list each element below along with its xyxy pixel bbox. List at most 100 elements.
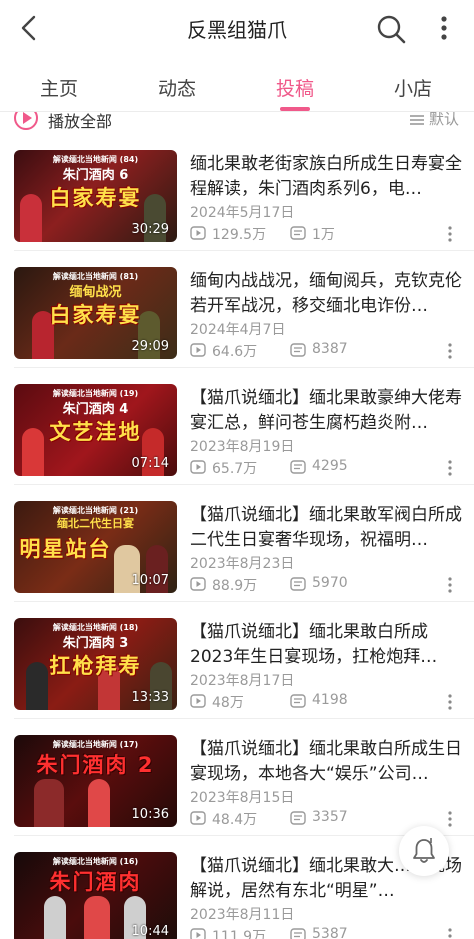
thumbnail-figure — [34, 779, 64, 827]
thumbnail-headline: 白家寿宴 — [49, 303, 142, 327]
video-duration: 10:44 — [131, 924, 169, 939]
tab-dynamics[interactable]: 动态 — [158, 74, 196, 101]
bell-icon — [413, 838, 435, 863]
video-thumbnail[interactable]: 解读缅北当地新闻 (21) 缅北二代生日宴 明星站台 10:07 — [14, 501, 177, 593]
play-count: 48.4万 — [212, 812, 258, 828]
top-bar: 反黑组猫爪 — [0, 0, 474, 58]
video-duration: 29:09 — [131, 339, 169, 354]
video-duration: 10:07 — [131, 573, 169, 588]
video-stats: 65.7万 4295 — [190, 458, 460, 479]
thumbnail-headline: 朱门酒肉 — [49, 870, 142, 894]
video-duration: 07:14 — [131, 456, 169, 471]
play-count: 88.9万 — [212, 578, 258, 594]
comment-count-icon — [290, 577, 306, 591]
play-count-icon — [190, 928, 206, 939]
thumbnail-caption: 朱门酒肉 3 — [62, 636, 129, 651]
play-count-icon — [190, 460, 206, 474]
thumbnail-caption: 缅北二代生日宴 — [57, 517, 134, 530]
tab-home[interactable]: 主页 — [40, 74, 78, 101]
video-title[interactable]: 缅甸内战战况，缅甸阅兵，克钦克伦若开军战况，移交缅北电诈份… — [190, 269, 462, 319]
play-all-row: 播放全部 默认 — [0, 112, 474, 134]
sort-icon[interactable] — [409, 114, 425, 126]
video-stats: 88.9万 5970 — [190, 575, 460, 596]
video-title[interactable]: 【猫爪说缅北】缅北果敢白所成生日宴现场，本地各大“娱乐”公司… — [190, 737, 462, 787]
thumbnail-headline: 扛枪拜寿 — [49, 654, 142, 678]
video-thumbnail[interactable]: 解读缅北当地新闻 (18) 朱门酒肉 3 扛枪拜寿 13:33 — [14, 618, 177, 710]
play-count: 129.5万 — [212, 227, 267, 243]
video-item[interactable]: 解读缅北当地新闻 (84) 朱门酒肉 6 白家寿宴 30:29 缅北果敢老街家族… — [0, 134, 474, 251]
item-more-icon[interactable] — [447, 810, 453, 828]
video-item[interactable]: 解读缅北当地新闻 (18) 朱门酒肉 3 扛枪拜寿 13:33 【猫爪说缅北】缅… — [0, 602, 474, 719]
video-title[interactable]: 【猫爪说缅北】缅北果敢豪绅大佬寿宴汇总，鲜问苍生腐朽趋炎附… — [190, 386, 462, 436]
tab-shop[interactable]: 小店 — [394, 74, 432, 101]
play-count-icon — [190, 226, 206, 240]
thumbnail-figure — [84, 896, 110, 939]
video-title[interactable]: 【猫爪说缅北】缅北果敢军阀白所成二代生日宴奢华现场，祝福明… — [190, 503, 462, 553]
thumbnail-headline: 白家寿宴 — [49, 186, 142, 210]
play-all-icon[interactable] — [14, 112, 38, 130]
video-item[interactable]: 解读缅北当地新闻 (81) 缅甸战况 白家寿宴 29:09 缅甸内战战况，缅甸阅… — [0, 251, 474, 368]
video-stats: 111.9万 5387 — [190, 926, 460, 939]
play-count-icon — [190, 811, 206, 825]
item-more-icon[interactable] — [447, 576, 453, 594]
video-item[interactable]: 解读缅北当地新闻 (19) 朱门酒肉 4 文艺洼地 07:14 【猫爪说缅北】缅… — [0, 368, 474, 485]
video-stats: 129.5万 1万 — [190, 225, 460, 245]
item-more-icon[interactable] — [447, 342, 453, 360]
video-date: 2024年5月17日 — [190, 205, 295, 221]
video-thumbnail[interactable]: 解读缅北当地新闻 (81) 缅甸战况 白家寿宴 29:09 — [14, 267, 177, 359]
comment-count: 1万 — [312, 227, 335, 243]
comment-count: 5970 — [312, 575, 348, 591]
thumbnail-caption: 朱门酒肉 4 — [62, 402, 129, 417]
video-thumbnail[interactable]: 解读缅北当地新闻 (19) 朱门酒肉 4 文艺洼地 07:14 — [14, 384, 177, 476]
video-date: 2023年8月23日 — [190, 556, 295, 572]
play-count: 48万 — [212, 695, 244, 711]
video-thumbnail[interactable]: 解读缅北当地新闻 (84) 朱门酒肉 6 白家寿宴 30:29 — [14, 150, 177, 242]
tab-bar: 主页 动态 投稿 小店 — [0, 62, 474, 112]
video-stats: 48万 4198 — [190, 692, 460, 713]
video-title[interactable]: 缅北果敢老街家族白所成生日寿宴全程解读，朱门酒肉系列6，电… — [190, 152, 462, 202]
video-duration: 10:36 — [131, 807, 169, 822]
video-date: 2023年8月11日 — [190, 907, 295, 923]
thumbnail-figure — [44, 896, 66, 939]
thumbnail-caption: 缅甸战况 — [69, 285, 122, 300]
comment-count-icon — [290, 694, 306, 708]
comment-count: 4198 — [312, 692, 348, 708]
comment-count: 8387 — [312, 341, 348, 357]
active-tab-indicator — [280, 107, 310, 111]
play-count-icon — [190, 577, 206, 591]
thumbnail-figure — [88, 779, 110, 827]
thumbnail-caption: 朱门酒肉 6 — [62, 168, 129, 183]
video-thumbnail[interactable]: 解读缅北当地新闻 (17) 朱门酒肉 2 10:36 — [14, 735, 177, 827]
thumbnail-headline: 朱门酒肉 2 — [36, 753, 155, 777]
item-more-icon[interactable] — [447, 927, 453, 939]
video-title[interactable]: 【猫爪说缅北】缅北果敢白所成2023年生日宴现场，扛枪炮拜… — [190, 620, 462, 670]
play-all-button[interactable]: 播放全部 — [48, 112, 112, 132]
video-thumbnail[interactable]: 解读缅北当地新闻 (16) 朱门酒肉 10:44 — [14, 852, 177, 939]
video-item[interactable]: 解读缅北当地新闻 (21) 缅北二代生日宴 明星站台 10:07 【猫爪说缅北】… — [0, 485, 474, 602]
video-item[interactable]: 解读缅北当地新闻 (17) 朱门酒肉 2 10:36 【猫爪说缅北】缅北果敢白所… — [0, 719, 474, 836]
comment-count: 3357 — [312, 809, 348, 825]
video-date: 2023年8月17日 — [190, 673, 295, 689]
item-more-icon[interactable] — [447, 693, 453, 711]
video-duration: 13:33 — [131, 690, 169, 705]
play-count-icon — [190, 343, 206, 357]
notification-bell-button[interactable] — [399, 826, 449, 876]
item-more-icon[interactable] — [447, 225, 453, 243]
video-date: 2023年8月15日 — [190, 790, 295, 806]
play-count: 64.6万 — [212, 344, 258, 360]
thumbnail-headline: 明星站台 — [19, 537, 112, 561]
sort-button[interactable]: 默认 — [429, 112, 459, 129]
play-count: 111.9万 — [212, 929, 267, 939]
play-count-icon — [190, 694, 206, 708]
more-vertical-icon[interactable] — [432, 12, 456, 46]
comment-count-icon — [290, 460, 306, 474]
comment-count-icon — [290, 811, 306, 825]
tab-submissions[interactable]: 投稿 — [276, 74, 314, 101]
item-more-icon[interactable] — [447, 459, 453, 477]
comment-count-icon — [290, 928, 306, 939]
comment-count: 4295 — [312, 458, 348, 474]
play-count: 65.7万 — [212, 461, 258, 477]
search-icon[interactable] — [374, 12, 408, 46]
video-date: 2024年4月7日 — [190, 322, 286, 338]
video-duration: 30:29 — [131, 222, 169, 237]
